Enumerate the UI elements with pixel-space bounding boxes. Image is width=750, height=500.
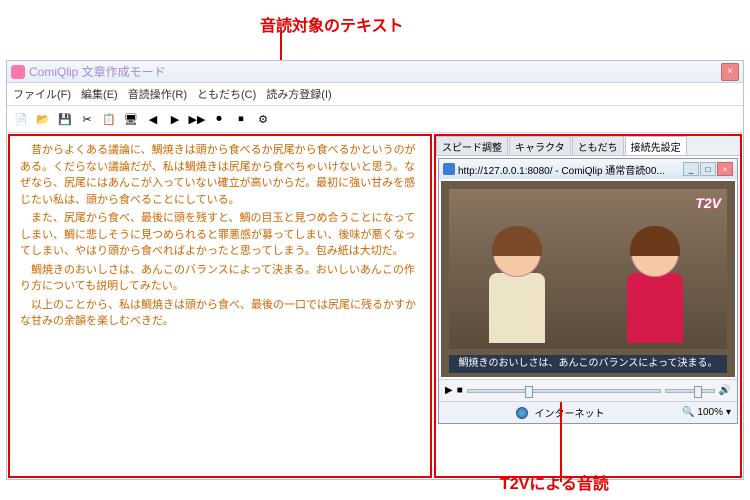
ie-titlebar: http://127.0.0.1:8080/ - ComiQlip 通常音読00… [439,159,737,179]
menu-readreg[interactable]: 読み方登録(I) [266,86,331,102]
close-button[interactable]: × [721,63,739,81]
menu-file[interactable]: ファイル(F) [13,86,71,102]
character-left [477,229,557,349]
tab-friends[interactable]: ともだち [572,136,624,155]
tab-speed[interactable]: スピード調整 [436,136,508,155]
player-controls: ▶ ■ 🔊 [439,379,737,401]
volume-slider[interactable] [665,389,715,393]
paragraph-4: 以上のことから、私は鯛焼きは頭から食べ、最後の一口では尻尾に残るかすかな甘みの余… [20,297,420,330]
maximize-button[interactable]: □ [700,162,716,176]
save-icon[interactable]: 💾 [55,109,75,129]
t2v-logo: T2V [695,195,721,211]
scene: T2V [449,189,727,349]
play-button[interactable]: ▶ [445,385,453,396]
next-icon[interactable]: ▶▶ [187,109,207,129]
open-icon[interactable]: 📂 [33,109,53,129]
caption-text: 鯛焼きのおいしさは、あんこのバランスによって決まる。 [449,355,727,373]
text-editor[interactable]: 昔からよくある議論に、鯛焼きは頭から食べるか尻尾から食べるかというのがある。くだ… [8,134,432,478]
ie-icon [443,163,455,175]
menubar: ファイル(F) 編集(E) 音読操作(R) ともだち(C) 読み方登録(I) [7,83,743,106]
cut-icon[interactable]: ✂ [77,109,97,129]
main-window: ComiQlip 文章作成モード × ファイル(F) 編集(E) 音読操作(R)… [6,60,744,480]
stop-button[interactable]: ■ [457,385,463,396]
copy-icon[interactable]: 📋 [99,109,119,129]
app-icon [11,65,25,79]
window-title: ComiQlip 文章作成モード [29,63,166,80]
menu-edit[interactable]: 編集(E) [81,86,118,102]
prev-icon[interactable]: ◀ [143,109,163,129]
right-pane: スピード調整 キャラクタ ともだち 接続先設定 http://127.0.0.1… [434,134,742,478]
volume-icon[interactable]: 🔊 [719,385,731,396]
tabs: スピード調整 キャラクタ ともだち 接続先設定 [436,136,740,156]
titlebar: ComiQlip 文章作成モード × [7,61,743,83]
play-icon[interactable]: ▶ [165,109,185,129]
zoom-icon: 🔍 [682,407,694,418]
chevron-down-icon[interactable]: ▾ [726,407,731,418]
t2v-viewer: T2V 鯛焼きのおいしさは、あんこのバランスによって決まる。 [441,181,735,377]
paragraph-2: また、尻尾から食べ、最後に頭を残すと、鯛の目玉と見つめ合うことになってしまい、鯛… [20,210,420,260]
ie-frame: http://127.0.0.1:8080/ - ComiQlip 通常音読00… [438,158,738,424]
paragraph-1: 昔からよくある議論に、鯛焼きは頭から食べるか尻尾から食べるかというのがある。くだ… [20,142,420,208]
seek-slider[interactable] [467,389,661,393]
zoom-value: 100% [697,407,723,418]
monitor-icon[interactable]: 🖥 [121,109,141,129]
new-icon[interactable]: 📄 [11,109,31,129]
menu-readop[interactable]: 音読操作(R) [128,86,187,102]
zoom-control[interactable]: 🔍 100% ▾ [682,407,731,418]
settings-icon[interactable]: ⚙ [253,109,273,129]
minimize-button[interactable]: _ [683,162,699,176]
record-icon[interactable]: ⏺ [209,109,229,129]
menu-friends[interactable]: ともだち(C) [197,86,256,102]
annotation-bottom: T2Vによる音読 [500,470,609,494]
right-bottom-panel [436,426,740,476]
toolbar: 📄 📂 💾 ✂ 📋 🖥 ◀ ▶ ▶▶ ⏺ ⏹ ⚙ [7,106,743,133]
ie-statusbar: インターネット 🔍 100% ▾ [439,401,737,423]
tab-character[interactable]: キャラクタ [509,136,571,155]
globe-icon [516,407,528,419]
body-split: 昔からよくある議論に、鯛焼きは頭から食べるか尻尾から食べるかというのがある。くだ… [7,133,743,479]
volume-thumb[interactable] [694,386,702,398]
character-right [615,229,695,349]
paragraph-3: 鯛焼きのおいしさは、あんこのバランスによって決まる。おいしいあんこの作り方につい… [20,262,420,295]
tab-connection[interactable]: 接続先設定 [625,136,687,155]
seek-thumb[interactable] [525,386,533,398]
zone-label: インターネット [534,405,604,420]
ie-url-title: http://127.0.0.1:8080/ - ComiQlip 通常音読00… [458,162,665,177]
ie-close-button[interactable]: × [717,162,733,176]
stop-icon[interactable]: ⏹ [231,109,251,129]
